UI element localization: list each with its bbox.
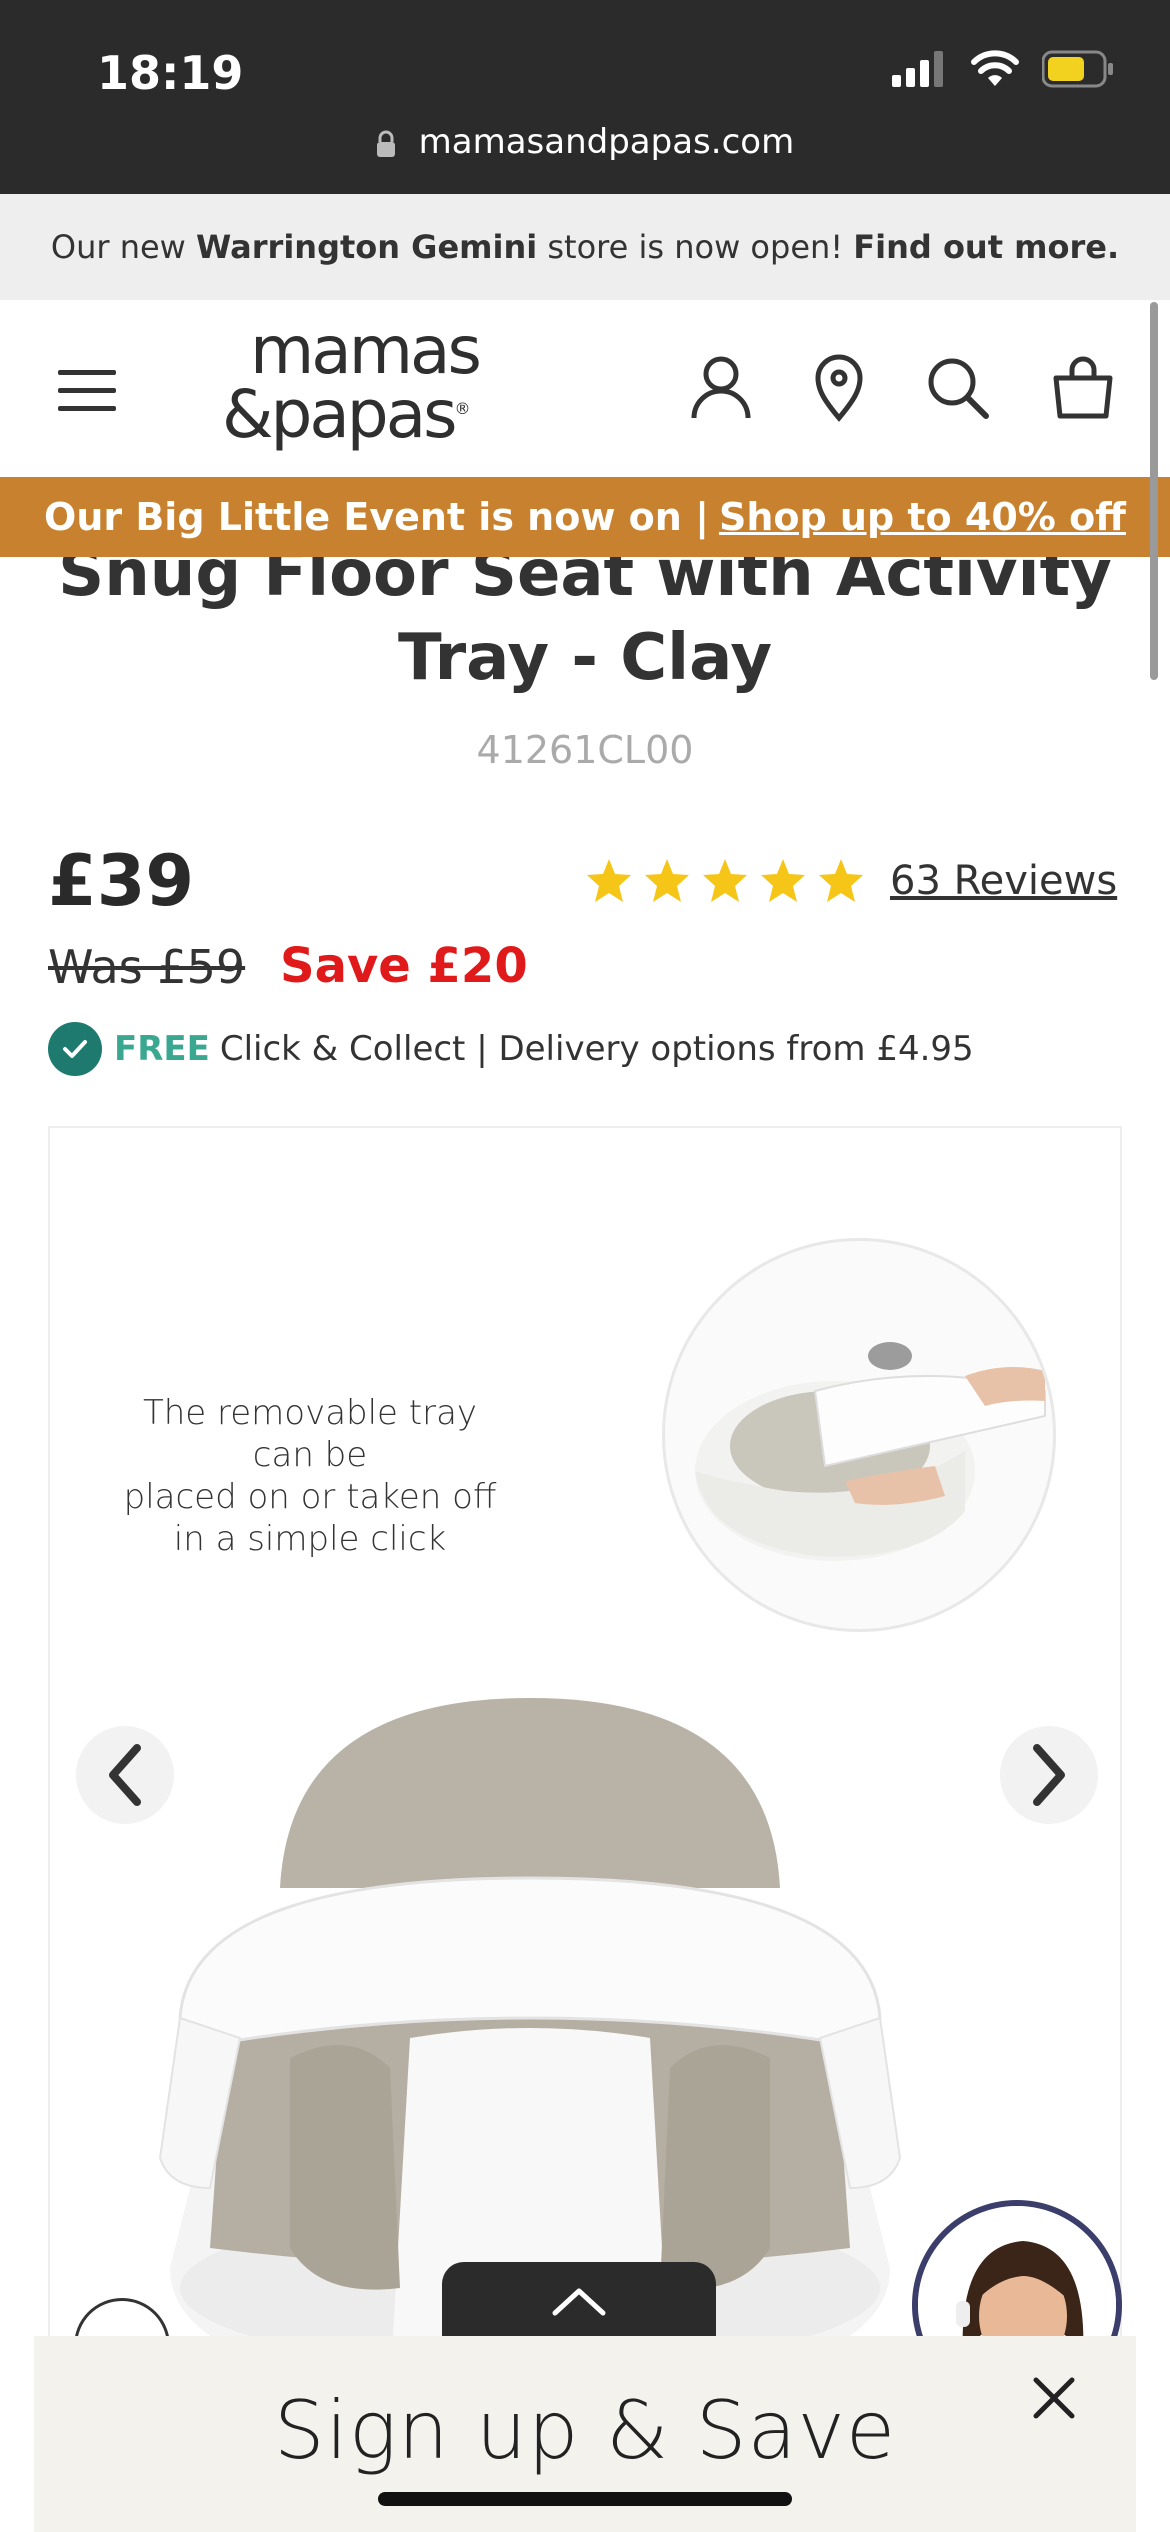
battery-icon <box>1042 50 1113 88</box>
chevron-up-icon <box>552 2288 606 2316</box>
rating-stars[interactable] <box>584 856 866 906</box>
logo-line-1: mamas <box>250 312 482 389</box>
next-image-button[interactable] <box>1000 1726 1098 1824</box>
delivery-info: FREE Click & Collect | Delivery options … <box>48 1022 974 1076</box>
star-icon <box>703 859 747 902</box>
product-sku: 41261CL00 <box>476 728 694 772</box>
close-icon[interactable] <box>1024 2368 1084 2428</box>
star-icon <box>587 859 631 902</box>
account-icon[interactable] <box>686 352 756 422</box>
product-title-line-2: Tray - Clay <box>397 621 773 695</box>
lock-icon <box>376 130 395 157</box>
tray-detail-image <box>662 1238 1056 1632</box>
star-icon <box>761 859 805 902</box>
signal-icon <box>892 51 943 87</box>
gallery-caption: The removable tray can be placed on or t… <box>123 1393 497 1559</box>
url-text: mamasandpapas.com <box>418 122 795 162</box>
status-icons <box>892 50 1114 88</box>
announcement-link[interactable]: Find out more. <box>853 228 1119 266</box>
was-price: Was £59 <box>48 940 246 994</box>
status-bar: 18:19 mamasandpapas.com <box>0 0 1170 194</box>
delivery-free: FREE <box>114 1029 210 1069</box>
search-icon[interactable] <box>922 352 992 422</box>
announcement-middle: store is now open! <box>547 228 844 266</box>
brand-logo[interactable]: mamas &papas® <box>222 312 532 453</box>
scroll-up-button[interactable] <box>442 2262 716 2342</box>
star-icon <box>819 859 863 902</box>
reviews-link[interactable]: 63 Reviews <box>890 858 1117 904</box>
promo-text: Our Big Little Event is now on | <box>44 495 709 539</box>
status-time: 18:19 <box>97 46 244 100</box>
announcement-bar[interactable]: Our new Warrington Gemini store is now o… <box>0 194 1170 300</box>
announcement-prefix: Our new <box>50 228 186 266</box>
announcement-store: Warrington Gemini <box>196 228 538 266</box>
save-amount: Save £20 <box>280 938 528 994</box>
chevron-right-icon <box>1033 1744 1065 1806</box>
chevron-left-icon <box>109 1744 141 1806</box>
menu-icon[interactable] <box>58 370 116 414</box>
current-price: £39 <box>48 840 195 922</box>
logo-line-2: &papas® <box>222 376 471 453</box>
product-title: Snug Floor Seat with Activity Tray - Cla… <box>0 532 1170 700</box>
url-bar[interactable]: mamasandpapas.com <box>0 122 1170 162</box>
delivery-text: Click & Collect | Delivery options from … <box>219 1029 974 1069</box>
scrollbar[interactable] <box>1150 302 1158 680</box>
wifi-icon <box>971 50 1019 86</box>
check-icon <box>48 1022 102 1076</box>
site-header: mamas &papas® <box>0 300 1170 477</box>
star-icon <box>645 859 689 902</box>
home-indicator[interactable] <box>378 2492 792 2506</box>
promo-banner[interactable]: Our Big Little Event is now on | Shop up … <box>0 477 1170 557</box>
promo-link[interactable]: Shop up to 40% off <box>719 495 1126 539</box>
signup-title: Sign up & Save <box>273 2384 897 2477</box>
store-locator-icon[interactable] <box>804 352 874 422</box>
shopping-bag-icon[interactable] <box>1048 352 1118 422</box>
